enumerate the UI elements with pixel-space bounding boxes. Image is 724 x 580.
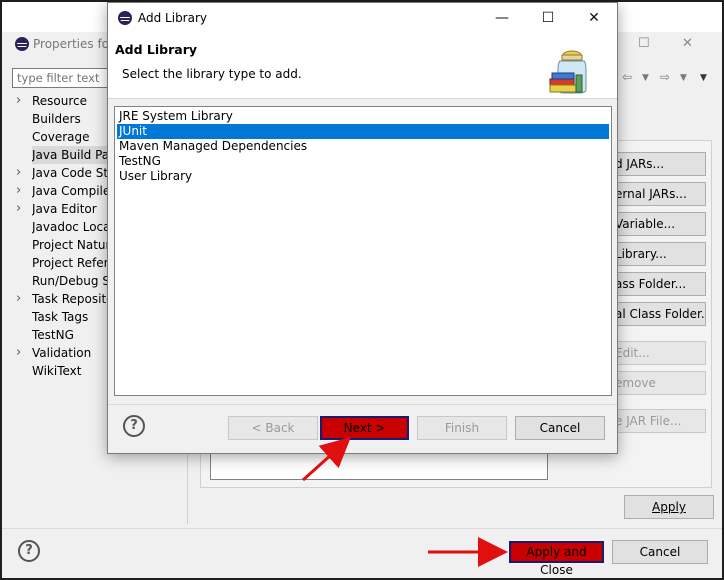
dialog-separator [108,404,617,405]
build-path-side-button[interactable]: e JAR File... [604,409,706,433]
build-path-side-button[interactable]: ass Folder... [604,272,706,296]
build-path-side-button[interactable]: Edit... [604,341,706,365]
expand-chevron-icon[interactable]: › [16,92,21,110]
tree-item[interactable]: Javadoc Location [12,218,122,236]
build-path-side-button[interactable]: al Class Folder... [604,302,706,326]
tree-item[interactable]: Java Build Path [12,146,122,164]
library-jar-icon [549,50,587,94]
tree-item[interactable]: Task Tags [12,308,112,326]
properties-cancel-button[interactable]: Cancel [612,540,708,564]
library-type-item[interactable]: TestNG [117,154,609,169]
dialog-window-controls: — ☐ ✕ [479,3,617,33]
properties-window-controls: ☐ ✕ [626,36,706,52]
finish-button[interactable]: Finish [417,416,507,440]
help-icon[interactable]: ? [18,540,40,562]
dialog-maximize-icon[interactable]: ☐ [525,3,571,33]
expand-chevron-icon[interactable]: › [16,290,21,308]
tree-item[interactable]: TestNG [12,326,112,344]
tree-item[interactable]: › Java Compiler [12,182,115,200]
filter-input[interactable] [12,68,118,88]
dialog-help-icon[interactable]: ? [123,415,145,437]
dialog-titlebar: Add Library — ☐ ✕ [108,3,617,33]
tree-item[interactable]: WikiText [12,362,112,380]
eclipse-icon [15,37,29,51]
back-arrow-icon[interactable]: ⇦ [622,70,632,84]
next-button[interactable]: Next > [320,416,409,440]
dialog-close-icon[interactable]: ✕ [571,3,617,33]
back-button[interactable]: < Back [228,416,318,440]
tree-item[interactable]: Project Natures [12,236,122,254]
build-path-details-list[interactable] [210,452,548,480]
expand-chevron-icon[interactable]: › [16,164,21,182]
library-type-item[interactable]: JUnit [117,124,609,139]
bottom-separator [2,528,722,529]
tree-item[interactable]: › Task Repository [12,290,122,308]
dialog-description: Select the library type to add. [122,67,302,81]
build-path-side-button[interactable]: emove [604,371,706,395]
apply-button[interactable]: Apply [624,495,714,519]
properties-window-title: Properties for [33,37,114,51]
library-type-list[interactable]: JRE System Library JUnit Maven Managed Dep… [114,106,612,396]
dialog-cancel-button[interactable]: Cancel [515,416,605,440]
minimize-icon[interactable]: — [479,3,525,33]
tree-item[interactable]: › Java Editor [12,200,112,218]
forward-menu-chevron-icon[interactable]: ▼ [680,73,687,83]
tree-item[interactable]: › Validation [12,344,112,362]
expand-chevron-icon[interactable]: › [16,182,21,200]
dialog-heading: Add Library [115,42,198,57]
tree-item[interactable]: Coverage [12,128,112,146]
expand-chevron-icon[interactable]: › [16,200,21,218]
dialog-header: Add Library Select the library type to a… [108,33,617,99]
dialog-title: Add Library [138,11,208,25]
expand-chevron-icon[interactable]: › [16,344,21,362]
library-type-item[interactable]: Maven Managed Dependencies [117,139,609,154]
build-path-side-button[interactable]: ernal JARs... [604,182,706,206]
build-path-side-button[interactable]: d JARs... [604,152,706,176]
apply-and-close-button[interactable]: Apply and Close [509,541,604,577]
dialog-eclipse-icon [118,11,132,25]
library-type-item[interactable]: User Library [117,169,609,184]
back-menu-chevron-icon[interactable]: ▼ [642,73,649,83]
tree-item[interactable]: Project References [12,254,122,272]
forward-arrow-icon[interactable]: ⇨ [660,70,670,84]
preference-tree: › Resource Builders Coverage Java Build Path… [12,92,122,380]
build-path-side-button[interactable]: Library... [604,242,706,266]
view-menu-chevron-icon[interactable]: ▼ [700,73,707,83]
tree-item[interactable]: Builders [12,110,112,128]
apply-button-label: Apply [652,500,686,514]
navigation-arrows: ⇦ ▼ ⇨ ▼ ▼ [620,70,712,86]
tree-item[interactable]: › Java Code Style [12,164,122,182]
maximize-icon[interactable]: ☐ [638,36,650,51]
tree-item[interactable]: › Resource [12,92,112,110]
add-library-dialog: Add Library — ☐ ✕ Add Library Select the… [107,2,618,454]
build-path-side-button[interactable]: Variable... [604,212,706,236]
close-icon[interactable]: ✕ [682,36,693,51]
tree-item[interactable]: Run/Debug Settings [12,272,122,290]
library-type-item[interactable]: JRE System Library [117,109,609,124]
